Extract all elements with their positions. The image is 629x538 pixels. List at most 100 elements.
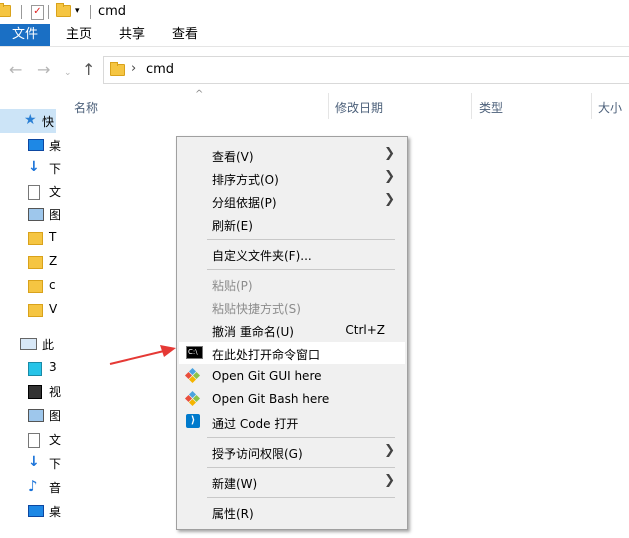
submenu-arrow-icon: ❯	[384, 146, 395, 161]
menu-item-group-by[interactable]: 分组依据(P) ❯	[179, 190, 405, 212]
menu-item-sort-by[interactable]: 排序方式(O) ❯	[179, 167, 405, 189]
nav-item-downloads-pc[interactable]: ↓ 下	[28, 454, 61, 473]
menu-item-undo-rename[interactable]: 撤消 重命名(U) Ctrl+Z	[179, 319, 405, 341]
nav-item-folder-z[interactable]: Z	[28, 254, 58, 272]
divider	[21, 5, 22, 19]
3d-objects-icon	[28, 362, 42, 376]
new-folder-quick-icon[interactable]	[56, 3, 71, 17]
menu-separator	[207, 269, 395, 270]
window-title: cmd	[98, 4, 127, 19]
menu-item-paste: 粘贴(P)	[212, 279, 253, 293]
music-icon: ♪	[28, 477, 38, 495]
recent-locations-dropdown-icon[interactable]: ⌄	[64, 65, 72, 81]
column-header: ^ 名称 修改日期 类型 大小	[56, 89, 629, 119]
address-row: ← → ⌄ ↑ › cmd	[0, 47, 629, 93]
properties-quick-icon[interactable]: ✓	[31, 5, 44, 20]
menu-item-give-access[interactable]: 授予访问权限(G) ❯	[179, 441, 405, 463]
star-icon: ★	[24, 112, 37, 128]
nav-item-folder-c[interactable]: c	[28, 278, 58, 296]
menu-item-customize-folder[interactable]: 自定义文件夹(F)...	[179, 243, 405, 265]
folder-icon	[28, 256, 43, 269]
menu-item-new[interactable]: 新建(W) ❯	[179, 471, 405, 493]
nav-item-desktop-pc[interactable]: 桌	[28, 503, 61, 521]
context-menu: 查看(V) ❯ 排序方式(O) ❯ 分组依据(P) ❯ 刷新(E) 自定义文件夹(F)…	[176, 136, 408, 530]
menu-separator	[207, 467, 395, 468]
menu-item-refresh[interactable]: 刷新(E)	[179, 213, 405, 235]
sort-ascending-icon: ^	[195, 89, 204, 100]
breadcrumb-segment[interactable]: cmd	[146, 62, 174, 77]
document-icon	[28, 185, 40, 200]
tab-view[interactable]: 查看	[163, 24, 207, 46]
annotation-arrow-icon	[109, 345, 176, 365]
desktop-icon	[28, 139, 44, 151]
vscode-icon: ⟩	[186, 414, 200, 428]
nav-item-this-pc[interactable]: 此	[20, 336, 54, 354]
folder-icon	[28, 280, 43, 293]
column-divider[interactable]	[328, 93, 329, 119]
nav-item-folder-v[interactable]: V	[28, 302, 58, 320]
computer-icon	[20, 338, 37, 350]
navigation-pane: ★ 快 桌 ↓ 下 文 图 T Z c V 此 3 视 图 文 ↓ 下 ♪ 音 桌	[0, 93, 61, 538]
picture-icon	[28, 208, 44, 221]
folder-icon	[110, 62, 125, 76]
menu-separator	[207, 239, 395, 240]
column-divider[interactable]	[471, 93, 472, 119]
breadcrumb-chevron-icon[interactable]: ›	[131, 61, 136, 76]
git-gui-icon	[184, 367, 201, 384]
desktop-icon	[28, 505, 44, 517]
nav-label: 快	[42, 115, 55, 129]
address-bar[interactable]: › cmd	[103, 56, 629, 84]
menu-item-open-with-code[interactable]: ⟩ 通过 Code 打开	[179, 411, 405, 433]
git-bash-icon	[184, 390, 201, 407]
nav-item-quick-access[interactable]: ★ 快	[0, 109, 56, 133]
download-icon: ↓	[28, 454, 40, 470]
folder-icon	[28, 232, 43, 245]
column-modified[interactable]: 修改日期	[335, 99, 383, 116]
nav-item-3d-objects[interactable]: 3	[28, 360, 58, 378]
submenu-arrow-icon: ❯	[384, 192, 395, 207]
menu-separator	[207, 497, 395, 498]
submenu-arrow-icon: ❯	[384, 443, 395, 458]
nav-item-pictures[interactable]: 图	[28, 206, 61, 224]
submenu-arrow-icon: ❯	[384, 473, 395, 488]
back-arrow-icon[interactable]: ←	[9, 62, 22, 78]
menu-item-view[interactable]: 查看(V) ❯	[179, 144, 405, 166]
tab-file[interactable]: 文件	[0, 24, 50, 46]
nav-item-folder-t[interactable]: T	[28, 230, 58, 248]
nav-item-documents[interactable]: 文	[28, 183, 61, 201]
column-divider[interactable]	[591, 93, 592, 119]
menu-item-open-git-bash[interactable]: Open Git Bash here	[179, 388, 405, 410]
menu-separator	[207, 437, 395, 438]
up-arrow-icon[interactable]: ↑	[82, 62, 95, 78]
nav-item-documents-pc[interactable]: 文	[28, 431, 61, 449]
tab-share[interactable]: 共享	[110, 24, 154, 46]
forward-arrow-icon[interactable]: →	[37, 62, 50, 78]
menu-item-properties[interactable]: 属性(R)	[179, 501, 405, 523]
folder-icon	[0, 3, 11, 17]
quick-access-dropdown-icon[interactable]: ▾	[75, 6, 80, 16]
nav-item-pictures-pc[interactable]: 图	[28, 407, 61, 425]
folder-icon	[28, 304, 43, 317]
command-prompt-icon: C:\	[186, 346, 203, 359]
document-icon	[28, 433, 40, 448]
nav-item-desktop[interactable]: 桌	[28, 137, 61, 155]
submenu-arrow-icon: ❯	[384, 169, 395, 184]
nav-item-videos[interactable]: 视	[28, 383, 61, 401]
nav-item-downloads[interactable]: ↓ 下	[28, 159, 61, 178]
menu-item-open-git-gui[interactable]: Open Git GUI here	[179, 365, 405, 387]
tab-home[interactable]: 主页	[57, 24, 101, 46]
column-size[interactable]: 大小	[598, 99, 622, 116]
column-name[interactable]: 名称	[74, 99, 98, 116]
nav-item-music[interactable]: ♪ 音	[28, 477, 61, 497]
column-type[interactable]: 类型	[479, 99, 503, 116]
ribbon-tabs: 文件 主页 共享 查看	[0, 24, 629, 47]
video-icon	[28, 385, 42, 399]
picture-icon	[28, 409, 44, 422]
menu-item-open-cmd-here[interactable]: C:\ 在此处打开命令窗口	[179, 342, 405, 364]
download-icon: ↓	[28, 159, 40, 175]
divider	[48, 5, 49, 19]
title-bar: ✓ ▾ cmd	[0, 0, 629, 24]
shortcut-text: Ctrl+Z	[345, 323, 385, 337]
divider	[90, 5, 91, 19]
menu-item-paste-shortcut: 粘贴快捷方式(S)	[212, 302, 301, 316]
